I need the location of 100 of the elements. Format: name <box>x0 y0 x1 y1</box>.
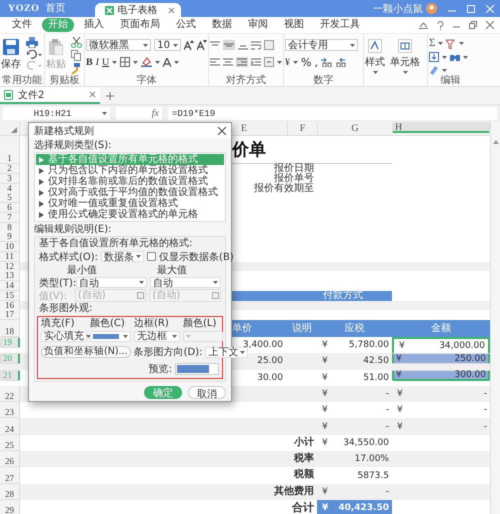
cells-label[interactable]: 单元格 <box>390 55 420 69</box>
row-number[interactable]: 24 <box>0 418 20 435</box>
caret-icon[interactable] <box>402 71 408 74</box>
scroll-up-icon[interactable] <box>492 140 498 144</box>
border-dropdown[interactable]: 无边框 <box>134 331 180 342</box>
comma-button[interactable]: , <box>314 56 318 68</box>
new-tab-icon[interactable] <box>106 92 114 100</box>
caret-icon[interactable] <box>459 42 464 45</box>
clipboard-icon[interactable] <box>49 39 63 55</box>
font-size-dropdown[interactable]: 10 <box>154 39 181 51</box>
brush-icon[interactable] <box>71 63 81 74</box>
checkbox[interactable] <box>147 252 156 261</box>
caret-icon[interactable] <box>293 60 298 64</box>
caret-icon[interactable] <box>155 60 160 64</box>
caret-icon[interactable] <box>442 56 447 58</box>
close-icon[interactable] <box>218 126 226 134</box>
row-number[interactable]: 25 <box>0 434 20 452</box>
format-style-dropdown[interactable]: 数据条 <box>101 251 144 262</box>
currency-button[interactable]: ¥ <box>285 56 290 68</box>
row-number[interactable]: 2 <box>0 164 20 174</box>
help-icon[interactable] <box>437 20 444 30</box>
indent-icon[interactable] <box>251 58 261 66</box>
row-number[interactable]: 15 <box>0 290 20 301</box>
fill-down-icon[interactable] <box>429 52 439 62</box>
align-center-icon[interactable] <box>223 58 233 66</box>
rule-type-item[interactable]: 使用公式确定要设置格式的单元格 <box>36 209 224 220</box>
print-icon[interactable] <box>26 37 38 48</box>
caret-icon[interactable] <box>372 71 378 74</box>
menu-tab[interactable]: 公式 <box>170 18 202 32</box>
caret-icon[interactable] <box>277 60 282 64</box>
row-number[interactable]: 11 <box>0 252 20 262</box>
menu-tab[interactable]: 开发工具 <box>314 18 366 32</box>
rule-type-item[interactable]: 只为包含以下内容的单元格设置格式 <box>36 165 224 176</box>
name-box[interactable]: H19:H21 <box>3 107 110 120</box>
caret-icon[interactable] <box>438 42 444 45</box>
underline-button[interactable]: U <box>102 56 110 68</box>
rule-type-item[interactable]: 仅对唯一值或重复值设置格式 <box>36 198 224 209</box>
caret-icon[interactable] <box>112 60 118 64</box>
menu-tab[interactable]: 页面布局 <box>114 18 166 32</box>
formula-field[interactable]: =D19*E19 <box>168 107 497 120</box>
row-number[interactable]: 6 <box>0 203 20 213</box>
selected-cell[interactable]: ¥ 34,000.00 <box>392 337 490 354</box>
restore-icon[interactable] <box>469 21 477 29</box>
row-number[interactable]: 3 <box>0 174 20 184</box>
styles-icon[interactable] <box>368 39 382 53</box>
caret-icon[interactable] <box>174 60 180 64</box>
merge-center-icon[interactable] <box>264 57 274 67</box>
font-color-icon[interactable] <box>163 58 172 66</box>
row-number[interactable]: 13 <box>0 271 20 282</box>
app-tab[interactable]: 电子表格 <box>95 3 182 17</box>
maximize-icon[interactable] <box>467 4 475 12</box>
row-number[interactable]: 10 <box>0 242 20 252</box>
column-header[interactable]: F <box>287 122 317 135</box>
row-number[interactable]: 17 <box>0 310 20 320</box>
row-number[interactable]: 8 <box>0 222 20 232</box>
selected-cell[interactable]: ¥ 300.00 <box>392 370 490 381</box>
row-number[interactable]: 9 <box>0 232 20 242</box>
document-tab[interactable]: 文件2 <box>0 87 100 104</box>
menu-tab[interactable]: 审阅 <box>242 18 274 32</box>
save-label[interactable]: 保存 <box>1 57 21 71</box>
number-format-dropdown[interactable]: 会计专用 <box>285 39 358 51</box>
save-icon[interactable] <box>3 39 19 55</box>
close-icon[interactable] <box>486 21 494 29</box>
scissors-icon[interactable] <box>71 37 82 48</box>
menu-tab[interactable]: 视图 <box>278 18 310 32</box>
max-type-dropdown[interactable]: 自动 <box>150 277 221 288</box>
axis-settings-button[interactable]: 负值和坐标轴(N)... <box>41 346 131 358</box>
caret-icon[interactable] <box>463 56 468 58</box>
rule-type-item[interactable]: 仅对高于或低于平均值的数值设置格式 <box>36 187 224 198</box>
fill-color-icon[interactable] <box>141 57 152 67</box>
avatar-icon[interactable] <box>426 3 437 14</box>
min-type-dropdown[interactable]: 自动 <box>76 277 147 288</box>
row-number[interactable]: 23 <box>0 402 20 418</box>
shrink-font-icon[interactable] <box>197 40 207 50</box>
row-number[interactable]: 18 <box>0 320 20 337</box>
menu-tab[interactable]: 插入 <box>78 18 110 32</box>
cells-icon[interactable] <box>398 39 412 53</box>
menu-tab[interactable]: 数据 <box>206 18 238 32</box>
copy-icon[interactable] <box>71 50 81 61</box>
increase-decimal-icon[interactable] <box>320 58 332 66</box>
undo-icon[interactable] <box>26 50 42 59</box>
row-number[interactable]: 4 <box>0 184 20 194</box>
wrap-text-icon[interactable] <box>251 40 261 50</box>
row-number[interactable]: 1 <box>0 136 20 164</box>
scrollbar[interactable] <box>490 122 500 514</box>
row-number[interactable]: 28 <box>0 484 20 500</box>
row-number[interactable]: 14 <box>0 281 20 291</box>
find-icon[interactable] <box>450 52 460 62</box>
sort-filter-icon[interactable] <box>446 38 456 48</box>
selected-cell[interactable]: ¥ 250.00 <box>392 353 490 364</box>
rule-type-item[interactable]: 仅对排名靠前或靠后的数值设置格式 <box>36 176 224 187</box>
menu-tab[interactable]: 文件 <box>6 18 38 32</box>
percent-button[interactable]: % <box>301 56 312 68</box>
checkbox-label[interactable]: 仅显示数据条(B) <box>159 250 234 264</box>
align-left-icon[interactable] <box>210 58 220 66</box>
caret-icon[interactable] <box>442 68 447 72</box>
row-number[interactable]: 27 <box>0 467 20 484</box>
column-header[interactable]: H <box>392 122 490 133</box>
direction-dropdown[interactable]: 上下文 <box>205 346 248 358</box>
row-number[interactable]: 26 <box>0 451 20 468</box>
